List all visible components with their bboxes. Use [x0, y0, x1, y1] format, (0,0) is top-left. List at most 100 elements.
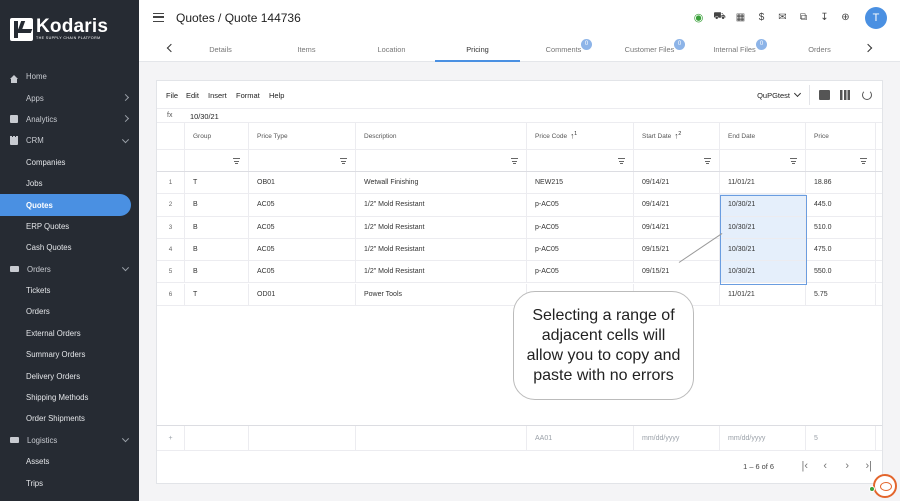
table-row[interactable]: 1 T OB01 Wetwall Finishing NEW215 09/14/21 11/… [157, 172, 882, 195]
sort-asc-icon[interactable]: ↑2 [674, 131, 681, 141]
cell-group[interactable]: B [185, 261, 249, 283]
cell-description[interactable]: 1/2" Mold Resistant [356, 261, 527, 283]
new-start-date-input[interactable]: mm/dd/yyyy [634, 426, 720, 450]
dollar-icon[interactable]: $ [755, 11, 768, 24]
cell-price[interactable]: 550.0 [806, 261, 876, 283]
cell-price[interactable]: 5.75 [806, 283, 876, 305]
cell-end-date[interactable]: 10/30/21 [720, 194, 806, 216]
chat-help-icon[interactable] [873, 474, 897, 498]
truck-icon[interactable]: ⛟ [713, 11, 726, 24]
filter-group[interactable] [185, 150, 249, 171]
cell-group[interactable]: T [185, 283, 249, 305]
cell-description[interactable]: 1/2" Mold Resistant [356, 216, 527, 238]
menu-format[interactable]: Format [236, 91, 260, 100]
cell-price-type[interactable]: AC05 [249, 238, 356, 261]
refresh-icon[interactable] [862, 90, 872, 100]
sidebar-item-delivery-orders[interactable]: Delivery Orders [0, 365, 139, 386]
next-page-icon[interactable]: › [845, 460, 849, 472]
cell-price[interactable]: 18.86 [806, 172, 876, 194]
filter-price-type[interactable] [249, 150, 356, 171]
column-header-end-date[interactable]: End Date [720, 123, 806, 149]
column-header-description[interactable]: Description [356, 123, 527, 149]
cell-group[interactable]: B [185, 216, 249, 238]
tab-details[interactable]: Details [178, 38, 263, 62]
chevron-down-icon[interactable] [793, 89, 802, 98]
cell-group[interactable]: T [185, 172, 249, 194]
cell-price[interactable]: 510.0 [806, 216, 876, 238]
calendar-icon[interactable]: ▦ [734, 11, 747, 24]
sidebar-item-summary-orders[interactable]: Summary Orders [0, 344, 139, 365]
cell-end-date[interactable]: 10/30/21 [720, 261, 806, 283]
map-pin-icon[interactable]: ◉ [692, 11, 705, 24]
filter-icon[interactable] [790, 158, 797, 164]
cell-end-date[interactable]: 10/30/21 [720, 238, 806, 261]
cell-price-code[interactable]: p-AC05 [527, 216, 634, 238]
tab-internal-files[interactable]: Internal Files 0 [692, 38, 777, 62]
new-group-input[interactable] [185, 426, 249, 450]
sidebar-item-logistics[interactable]: Logistics [0, 430, 139, 451]
filter-icon[interactable] [340, 158, 347, 164]
add-row-button[interactable]: + [157, 426, 185, 450]
sidebar-item-trips[interactable]: Trips [0, 472, 139, 493]
row-number[interactable]: 5 [157, 261, 185, 283]
sidebar-item-cash-quotes[interactable]: Cash Quotes [0, 237, 139, 258]
cell-description[interactable]: Power Tools [356, 283, 527, 305]
cell-price-type[interactable]: AC05 [249, 261, 356, 283]
column-header-price[interactable]: Price [806, 123, 876, 149]
row-number[interactable]: 6 [157, 283, 185, 305]
sidebar-item-crm[interactable]: CRM [0, 130, 139, 151]
sidebar-item-assets[interactable]: Assets [0, 451, 139, 472]
cell-start-date[interactable]: 09/14/21 [634, 194, 720, 216]
cell-price-type[interactable]: AC05 [249, 194, 356, 216]
cell-price[interactable]: 475.0 [806, 238, 876, 261]
sidebar-item-home[interactable]: Home [0, 66, 139, 87]
cell-start-date[interactable]: 09/15/21 [634, 261, 720, 283]
table-row[interactable]: 3 B AC05 1/2" Mold Resistant p-AC05 09/14/21 1… [157, 216, 882, 239]
sidebar-item-shipping-methods[interactable]: Shipping Methods [0, 387, 139, 408]
menu-icon[interactable] [153, 13, 164, 22]
cell-price-code[interactable]: p-AC05 [527, 194, 634, 216]
sidebar-item-erp-quotes[interactable]: ERP Quotes [0, 216, 139, 237]
cell-price-code[interactable]: p-AC05 [527, 261, 634, 283]
attachment-icon[interactable]: ⊕ [839, 11, 852, 24]
menu-help[interactable]: Help [269, 91, 284, 100]
sidebar-item-external-orders[interactable]: External Orders [0, 323, 139, 344]
chevron-left-icon[interactable] [166, 43, 176, 53]
row-number[interactable]: 4 [157, 238, 185, 261]
filter-price-code[interactable] [527, 150, 634, 171]
copy-icon[interactable]: ⧉ [797, 11, 810, 24]
column-header-start-date[interactable]: Start Date ↑2 [634, 123, 720, 149]
filter-icon[interactable] [704, 158, 711, 164]
row-number[interactable]: 3 [157, 216, 185, 238]
filter-icon[interactable] [618, 158, 625, 164]
cell-group[interactable]: B [185, 238, 249, 261]
cell-description[interactable]: 1/2" Mold Resistant [356, 238, 527, 261]
first-page-icon[interactable]: |‹ [801, 460, 808, 472]
cell-price-code[interactable]: NEW215 [527, 172, 634, 194]
new-price-input[interactable]: 5 [806, 426, 876, 450]
new-end-date-input[interactable]: mm/dd/yyyy [720, 426, 806, 450]
filter-icon[interactable] [233, 158, 240, 164]
prev-page-icon[interactable]: ‹ [823, 460, 827, 472]
cell-start-date[interactable]: 09/14/21 [634, 172, 720, 194]
cell-description[interactable]: 1/2" Mold Resistant [356, 194, 527, 216]
new-price-type-input[interactable] [249, 426, 356, 450]
cell-price[interactable]: 445.0 [806, 194, 876, 216]
tab-pricing[interactable]: Pricing [435, 38, 520, 62]
cell-price-type[interactable]: OD01 [249, 283, 356, 305]
menu-file[interactable]: File [166, 91, 178, 100]
cell-group[interactable]: B [185, 194, 249, 216]
column-header-price-code[interactable]: Price Code ↑1 [527, 123, 634, 149]
cell-description[interactable]: Wetwall Finishing [356, 172, 527, 194]
filter-icon[interactable] [511, 158, 518, 164]
chevron-right-icon[interactable] [863, 43, 873, 53]
sidebar-item-apps[interactable]: Apps [0, 87, 139, 145]
sidebar-item-orders[interactable]: Orders [0, 301, 139, 322]
column-header-price-type[interactable]: Price Type [249, 123, 356, 149]
avatar[interactable]: T [865, 7, 887, 29]
row-number[interactable]: 2 [157, 194, 185, 216]
new-description-input[interactable] [356, 426, 527, 450]
sidebar-item-analytics[interactable]: Analytics [0, 109, 139, 130]
sidebar-item-tickets[interactable]: Tickets [0, 280, 139, 301]
card-view-icon[interactable] [819, 90, 830, 100]
